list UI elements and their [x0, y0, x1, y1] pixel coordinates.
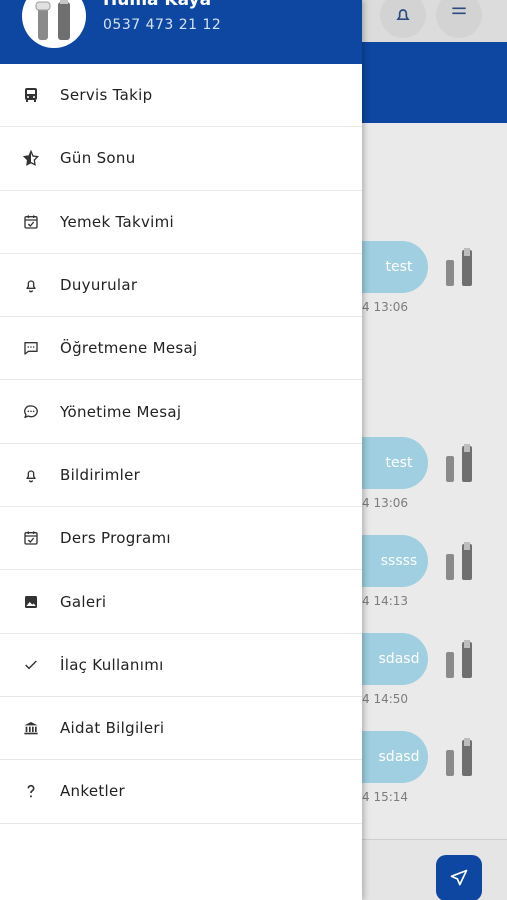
implant-avatar-icon	[446, 542, 472, 580]
menu-item-yonetime-mesaj[interactable]: Yönetime Mesaj	[0, 380, 362, 444]
menu-item-label: Galeri	[60, 592, 107, 611]
hamburger-icon	[452, 7, 466, 15]
implant-logo-icon	[35, 0, 70, 40]
message-time: 4 15:14	[362, 790, 409, 804]
menu-item-label: Servis Takip	[60, 86, 153, 105]
notification-button[interactable]	[380, 0, 426, 38]
bell-icon	[22, 276, 40, 294]
send-button[interactable]	[436, 855, 482, 900]
menu-item-label: Gün Sonu	[60, 149, 136, 168]
menu-item-label: İlaç Kullanımı	[60, 655, 164, 674]
check-icon	[22, 656, 40, 674]
menu-item-label: Anketler	[60, 782, 125, 801]
menu-item-label: Aidat Bilgileri	[60, 719, 165, 738]
implant-avatar-icon	[446, 640, 472, 678]
implant-avatar-icon	[446, 738, 472, 776]
star-half-icon	[22, 149, 40, 167]
drawer-menu: Servis Takip Gün Sonu Yemek Takvimi Duyu…	[0, 64, 362, 824]
bell-icon	[22, 466, 40, 484]
bell-icon	[396, 9, 410, 20]
send-icon	[450, 869, 468, 886]
drawer-header: Hüma Kaya 0537 473 21 12	[0, 0, 362, 64]
profile-avatar	[22, 0, 86, 48]
menu-item-yemek-takvimi[interactable]: Yemek Takvimi	[0, 191, 362, 254]
implant-avatar-icon	[446, 444, 472, 482]
menu-item-ders-programi[interactable]: Ders Programı	[0, 507, 362, 571]
question-icon	[22, 782, 40, 800]
image-icon	[22, 593, 40, 611]
calendar-check-icon	[22, 213, 40, 231]
message-circle-icon	[22, 403, 40, 421]
menu-item-aidat-bilgileri[interactable]: Aidat Bilgileri	[0, 697, 362, 761]
profile-phone: 0537 473 21 12	[103, 17, 222, 33]
menu-item-label: Bildirimler	[60, 465, 141, 484]
menu-item-bildirimler[interactable]: Bildirimler	[0, 444, 362, 508]
message-time: 4 14:13	[362, 594, 409, 608]
menu-item-ogretmene-mesaj[interactable]: Öğretmene Mesaj	[0, 317, 362, 381]
menu-item-label: Yönetime Mesaj	[60, 402, 182, 421]
implant-avatar-icon	[446, 248, 472, 286]
menu-item-label: Ders Programı	[60, 529, 171, 548]
menu-item-anketler[interactable]: Anketler	[0, 760, 362, 824]
calendar-check-icon	[22, 529, 40, 547]
navigation-drawer: Hüma Kaya 0537 473 21 12 Servis Takip Gü…	[0, 0, 362, 900]
menu-button[interactable]	[436, 0, 482, 38]
menu-item-label: Yemek Takvimi	[60, 212, 174, 231]
message-time: 4 13:06	[362, 300, 409, 314]
bank-icon	[22, 719, 40, 737]
message-square-icon	[22, 339, 40, 357]
message-time: 4 13:06	[362, 496, 409, 510]
menu-item-label: Öğretmene Mesaj	[60, 339, 198, 358]
bus-icon	[22, 86, 40, 104]
menu-item-servis-takip[interactable]: Servis Takip	[0, 64, 362, 128]
profile-name: Hüma Kaya	[103, 0, 212, 10]
menu-item-gun-sonu[interactable]: Gün Sonu	[0, 127, 362, 191]
menu-item-duyurular[interactable]: Duyurular	[0, 254, 362, 318]
menu-item-label: Duyurular	[60, 276, 138, 295]
menu-item-galeri[interactable]: Galeri	[0, 570, 362, 634]
menu-item-ilac-kullanimi[interactable]: İlaç Kullanımı	[0, 634, 362, 697]
message-time: 4 14:50	[362, 692, 409, 706]
